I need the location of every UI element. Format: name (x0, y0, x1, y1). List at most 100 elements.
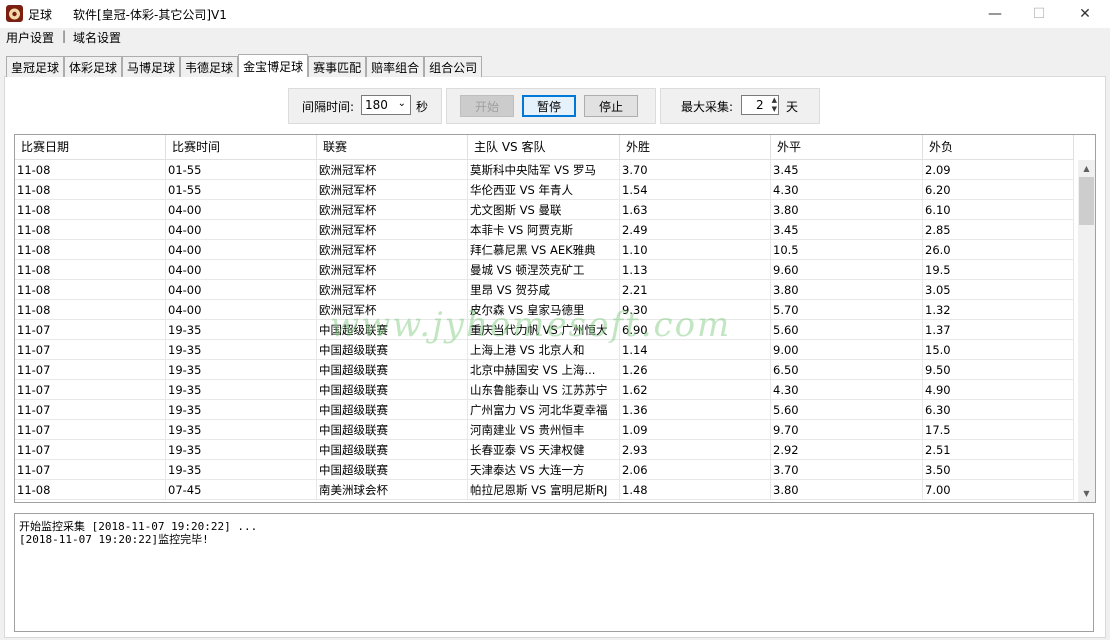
table-cell: 3.80 (771, 480, 923, 500)
table-row[interactable]: 11-08 01-55 欧洲冠军杯 莫斯科中央陆军 VS 罗马 3.70 3.45 2.09 (15, 160, 1077, 180)
table-cell: 19-35 (166, 340, 317, 360)
interval-select[interactable]: 180 ⌄ (361, 95, 411, 115)
table-cell: 9.60 (771, 260, 923, 280)
table-cell: 19-35 (166, 380, 317, 400)
table-cell: 2.49 (620, 220, 771, 240)
table-cell: 1.13 (620, 260, 771, 280)
table-cell: 11-08 (15, 160, 166, 180)
column-header[interactable]: 外负 (923, 135, 1074, 160)
column-header[interactable]: 主队 VS 客队 (468, 135, 620, 160)
table-cell: 1.63 (620, 200, 771, 220)
table-cell: 19.5 (923, 260, 1074, 280)
table-cell: 中国超级联赛 (317, 440, 468, 460)
table-row[interactable]: 11-07 19-35 中国超级联赛 长春亚泰 VS 天津权健 2.93 2.92 2.51 (15, 440, 1077, 460)
table-cell: 11-08 (15, 200, 166, 220)
table-cell: 1.26 (620, 360, 771, 380)
table-row[interactable]: 11-07 19-35 中国超级联赛 河南建业 VS 贵州恒丰 1.09 9.70 17.5 (15, 420, 1077, 440)
table-cell: 2.93 (620, 440, 771, 460)
tab-0[interactable]: 皇冠足球 (6, 56, 65, 77)
log-output[interactable]: 开始监控采集 [2018-11-07 19:20:22] ... [2018-1… (14, 513, 1094, 632)
tab-1[interactable]: 体彩足球 (64, 56, 123, 77)
table-cell: 15.0 (923, 340, 1074, 360)
table-cell: 尤文图斯 VS 曼联 (468, 200, 620, 220)
table-cell: 1.32 (923, 300, 1074, 320)
tab-5[interactable]: 赛事匹配 (308, 56, 367, 77)
column-header[interactable]: 外胜 (620, 135, 771, 160)
table-row[interactable]: 11-08 04-00 欧洲冠军杯 曼城 VS 顿涅茨克矿工 1.13 9.60 19.5 (15, 260, 1077, 280)
scroll-thumb[interactable] (1079, 177, 1094, 225)
window-app-name: 足球 (28, 8, 53, 22)
table-cell: 中国超级联赛 (317, 420, 468, 440)
table-row[interactable]: 11-08 07-45 南美洲球会杯 帕拉尼恩斯 VS 富明尼斯RJ 1.48 3.80 7… (15, 480, 1077, 500)
table-cell: 04-00 (166, 260, 317, 280)
table-cell: 11-07 (15, 380, 166, 400)
vertical-scrollbar[interactable]: ▲ ▼ (1078, 160, 1095, 502)
table-cell: 04-00 (166, 200, 317, 220)
table-cell: 1.37 (923, 320, 1074, 340)
table-cell: 5.60 (771, 320, 923, 340)
table-cell: 26.0 (923, 240, 1074, 260)
tab-4[interactable]: 金宝博足球 (238, 54, 309, 77)
interval-value: 180 (365, 98, 388, 112)
spin-up-icon[interactable]: ▲ (772, 96, 777, 105)
max-collect-unit: 天 (786, 100, 799, 114)
table-cell: 7.00 (923, 480, 1074, 500)
scroll-down-icon[interactable]: ▼ (1078, 485, 1095, 502)
table-cell: 河南建业 VS 贵州恒丰 (468, 420, 620, 440)
pause-button[interactable]: 暂停 (522, 95, 576, 117)
menu-bar (0, 28, 1110, 48)
column-header[interactable]: 比赛时间 (166, 135, 317, 160)
table-row[interactable]: 11-07 19-35 中国超级联赛 天津泰达 VS 大连一方 2.06 3.70 3.50 (15, 460, 1077, 480)
column-header[interactable]: 比赛日期 (15, 135, 166, 160)
tab-7[interactable]: 组合公司 (424, 56, 483, 77)
log-line: [2018-11-07 19:20:22]监控完毕! (19, 533, 209, 546)
table-cell: 11-08 (15, 180, 166, 200)
tab-3[interactable]: 韦德足球 (180, 56, 239, 77)
table-row[interactable]: 11-07 19-35 中国超级联赛 广州富力 VS 河北华夏幸福 1.36 5.60 6.… (15, 400, 1077, 420)
table-row[interactable]: 11-08 04-00 欧洲冠军杯 拜仁慕尼黑 VS AEK雅典 1.10 10.5 26.… (15, 240, 1077, 260)
table-cell: 3.80 (771, 280, 923, 300)
table-cell: 11-08 (15, 220, 166, 240)
stop-button[interactable]: 停止 (584, 95, 638, 117)
table-cell: 4.90 (923, 380, 1074, 400)
table-cell: 莫斯科中央陆军 VS 罗马 (468, 160, 620, 180)
spin-down-icon[interactable]: ▼ (772, 105, 777, 114)
table-cell: 3.45 (771, 160, 923, 180)
tab-2[interactable]: 马博足球 (122, 56, 181, 77)
close-button[interactable]: ✕ (1062, 0, 1108, 28)
max-collect-spinner[interactable]: 2 ▲ ▼ (741, 95, 779, 115)
table-row[interactable]: 11-07 19-35 中国超级联赛 北京中赫国安 VS 上海... 1.26 6.50 9… (15, 360, 1077, 380)
table-cell: 2.85 (923, 220, 1074, 240)
table-cell: 11-07 (15, 460, 166, 480)
table-cell: 19-35 (166, 440, 317, 460)
table-cell: 04-00 (166, 240, 317, 260)
scroll-up-icon[interactable]: ▲ (1078, 160, 1095, 177)
maximize-button[interactable]: ☐ (1016, 0, 1062, 28)
table-cell: 1.48 (620, 480, 771, 500)
column-header[interactable]: 外平 (771, 135, 923, 160)
table-cell: 6.10 (923, 200, 1074, 220)
menu-domain-settings[interactable]: 域名设置 (73, 29, 121, 46)
table-cell: 天津泰达 VS 大连一方 (468, 460, 620, 480)
minimize-button[interactable]: — (972, 0, 1018, 28)
table-cell: 欧洲冠军杯 (317, 280, 468, 300)
table-cell: 欧洲冠军杯 (317, 240, 468, 260)
table-row[interactable]: 11-08 04-00 欧洲冠军杯 本菲卡 VS 阿贾克斯 2.49 3.45 2.85 (15, 220, 1077, 240)
table-row[interactable]: 11-07 19-35 中国超级联赛 山东鲁能泰山 VS 江苏苏宁 1.62 4.30 4.… (15, 380, 1077, 400)
table-row[interactable]: 11-08 04-00 欧洲冠军杯 尤文图斯 VS 曼联 1.63 3.80 6.10 (15, 200, 1077, 220)
tab-row: 皇冠足球 体彩足球 马博足球 韦德足球 金宝博足球 赛事匹配 赔率组合 组合公司 (6, 54, 483, 77)
table-cell: 1.36 (620, 400, 771, 420)
start-button[interactable]: 开始 (460, 95, 514, 117)
menu-user-settings[interactable]: 用户设置 (6, 29, 54, 46)
table-row[interactable]: 11-08 04-00 欧洲冠军杯 里昂 VS 贺芬咸 2.21 3.80 3.05 (15, 280, 1077, 300)
tab-6[interactable]: 赔率组合 (366, 56, 425, 77)
table-cell: 3.45 (771, 220, 923, 240)
table-cell: 欧洲冠军杯 (317, 180, 468, 200)
table-cell: 04-00 (166, 220, 317, 240)
table-row[interactable]: 11-08 01-55 欧洲冠军杯 华伦西亚 VS 年青人 1.54 4.30 6.20 (15, 180, 1077, 200)
table-cell: 拜仁慕尼黑 VS AEK雅典 (468, 240, 620, 260)
table-cell: 19-35 (166, 400, 317, 420)
table-cell: 3.70 (771, 460, 923, 480)
table-cell: 01-55 (166, 180, 317, 200)
column-header[interactable]: 联赛 (317, 135, 468, 160)
